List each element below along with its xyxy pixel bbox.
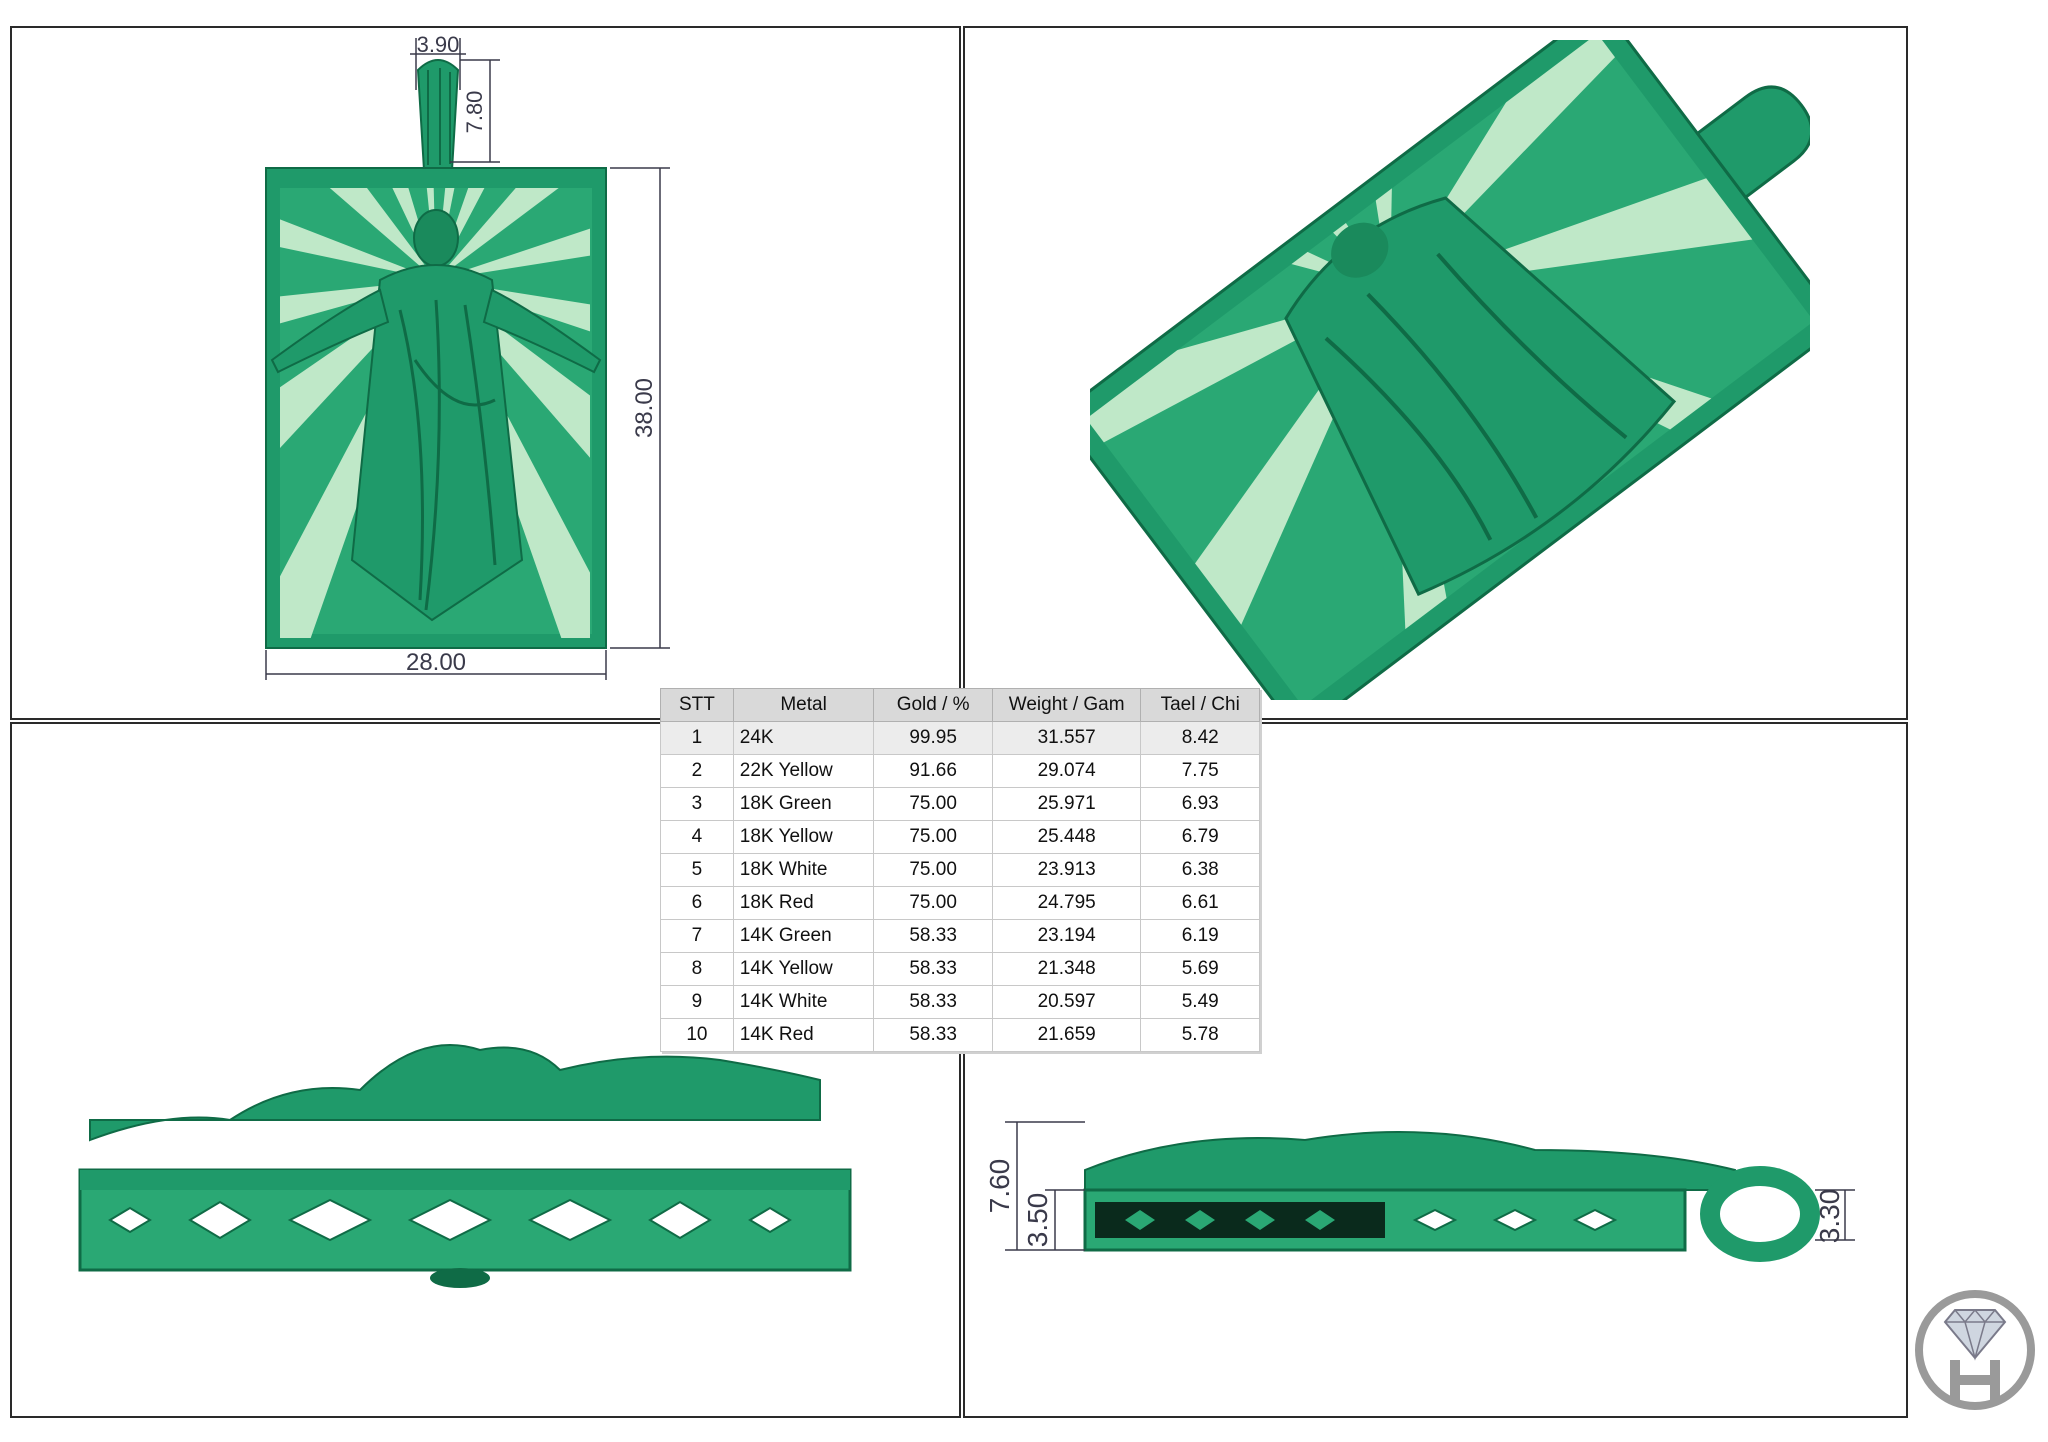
side-view-right: 7.60 3.50 3.30 bbox=[975, 1110, 1875, 1320]
cell-weight: 23.913 bbox=[992, 853, 1142, 887]
dim-bail-depth: 3.30 bbox=[1814, 1189, 1845, 1244]
cell-tael: 8.42 bbox=[1140, 721, 1260, 755]
cell-weight: 25.971 bbox=[992, 787, 1142, 821]
table-row: 8 14K Yellow 58.33 21.348 5.69 bbox=[660, 952, 1260, 986]
table-row: 1 24K 99.95 31.557 8.42 bbox=[660, 721, 1260, 755]
header-weight: Weight / Gam bbox=[991, 688, 1142, 722]
cell-tael: 6.38 bbox=[1140, 853, 1260, 887]
side-view-left bbox=[70, 1040, 870, 1290]
cell-weight: 29.074 bbox=[992, 754, 1142, 788]
cell-stt: 3 bbox=[660, 787, 734, 821]
table-row: 2 22K Yellow 91.66 29.074 7.75 bbox=[660, 754, 1260, 788]
cell-stt: 8 bbox=[660, 952, 734, 986]
cell-tael: 6.19 bbox=[1140, 919, 1260, 953]
cell-stt: 4 bbox=[660, 820, 734, 854]
dim-bail-height: 7.80 bbox=[462, 91, 487, 134]
cell-metal: 14K Green bbox=[733, 919, 875, 953]
dim-total-depth: 7.60 bbox=[984, 1159, 1015, 1214]
table-row: 4 18K Yellow 75.00 25.448 6.79 bbox=[660, 820, 1260, 854]
cell-gold: 91.66 bbox=[873, 754, 993, 788]
cell-tael: 5.69 bbox=[1140, 952, 1260, 986]
cell-gold: 75.00 bbox=[873, 853, 993, 887]
table-row: 10 14K Red 58.33 21.659 5.78 bbox=[660, 1018, 1260, 1052]
cell-tael: 6.79 bbox=[1140, 820, 1260, 854]
cell-stt: 1 bbox=[660, 721, 734, 755]
cell-weight: 21.348 bbox=[992, 952, 1142, 986]
dim-frame-depth: 3.50 bbox=[1022, 1193, 1053, 1248]
side-view-left-drawing bbox=[78, 1044, 852, 1288]
perspective-view bbox=[1090, 40, 1810, 700]
cell-metal: 14K White bbox=[733, 985, 875, 1019]
cell-metal: 24K bbox=[733, 721, 875, 755]
cell-weight: 24.795 bbox=[992, 886, 1142, 920]
cell-stt: 2 bbox=[660, 754, 734, 788]
metal-spec-table: STT Metal Gold / % Weight / Gam Tael / C… bbox=[660, 688, 1260, 1052]
front-view-drawing: 3.90 7.80 38.00 28.00 bbox=[265, 32, 670, 680]
cell-gold: 58.33 bbox=[873, 1018, 993, 1052]
cell-weight: 20.597 bbox=[992, 985, 1142, 1019]
front-view: 3.90 7.80 38.00 28.00 bbox=[250, 30, 710, 690]
cell-metal: 18K Green bbox=[733, 787, 875, 821]
cell-gold: 75.00 bbox=[873, 886, 993, 920]
cell-metal: 18K White bbox=[733, 853, 875, 887]
cell-gold: 99.95 bbox=[873, 721, 993, 755]
cell-gold: 58.33 bbox=[873, 952, 993, 986]
cell-tael: 6.93 bbox=[1140, 787, 1260, 821]
table-row: 5 18K White 75.00 23.913 6.38 bbox=[660, 853, 1260, 887]
cell-stt: 6 bbox=[660, 886, 734, 920]
diamond-logo-icon bbox=[1910, 1280, 2040, 1420]
cell-gold: 75.00 bbox=[873, 820, 993, 854]
cell-gold: 58.33 bbox=[873, 985, 993, 1019]
table-row: 6 18K Red 75.00 24.795 6.61 bbox=[660, 886, 1260, 920]
cell-weight: 25.448 bbox=[992, 820, 1142, 854]
cell-stt: 9 bbox=[660, 985, 734, 1019]
cell-tael: 5.78 bbox=[1140, 1018, 1260, 1052]
cell-metal: 18K Yellow bbox=[733, 820, 875, 854]
cell-metal: 14K Red bbox=[733, 1018, 875, 1052]
cell-metal: 18K Red bbox=[733, 886, 875, 920]
cell-stt: 5 bbox=[660, 853, 734, 887]
cell-metal: 22K Yellow bbox=[733, 754, 875, 788]
cell-metal: 14K Yellow bbox=[733, 952, 875, 986]
cell-stt: 7 bbox=[660, 919, 734, 953]
cell-tael: 6.61 bbox=[1140, 886, 1260, 920]
cell-weight: 31.557 bbox=[992, 721, 1142, 755]
cell-gold: 75.00 bbox=[873, 787, 993, 821]
header-gold: Gold / % bbox=[873, 688, 993, 722]
perspective-drawing bbox=[1090, 40, 1810, 700]
header-stt: STT bbox=[660, 688, 734, 722]
table-row: 3 18K Green 75.00 25.971 6.93 bbox=[660, 787, 1260, 821]
header-metal: Metal bbox=[732, 688, 875, 722]
cell-weight: 21.659 bbox=[992, 1018, 1142, 1052]
cell-gold: 58.33 bbox=[873, 919, 993, 953]
dim-bail-width: 3.90 bbox=[417, 32, 460, 57]
dim-height: 38.00 bbox=[631, 378, 658, 438]
table-row: 7 14K Green 58.33 23.194 6.19 bbox=[660, 919, 1260, 953]
cell-weight: 23.194 bbox=[992, 919, 1142, 953]
dim-width: 28.00 bbox=[406, 649, 466, 676]
cell-stt: 10 bbox=[660, 1018, 734, 1052]
header-tael: Tael / Chi bbox=[1140, 688, 1260, 722]
cell-tael: 5.49 bbox=[1140, 985, 1260, 1019]
cell-tael: 7.75 bbox=[1140, 754, 1260, 788]
table-row: 9 14K White 58.33 20.597 5.49 bbox=[660, 985, 1260, 1019]
side-view-right-drawing: 7.60 3.50 3.30 bbox=[984, 1121, 1855, 1262]
table-header-row: STT Metal Gold / % Weight / Gam Tael / C… bbox=[660, 688, 1260, 722]
